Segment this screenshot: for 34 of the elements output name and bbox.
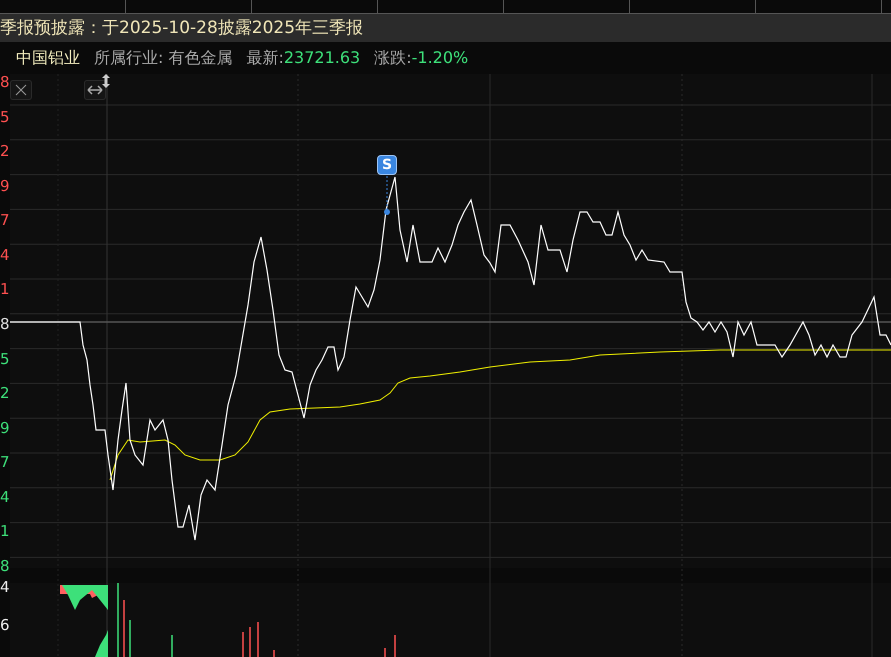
price-axis-label: 8 [0, 558, 10, 574]
latest-price: 23721.63 [284, 48, 360, 68]
price-axis-label: 7 [0, 212, 10, 228]
change-percent: -1.20% [412, 48, 468, 68]
sell-volume-area [95, 630, 108, 657]
price-axis-label: 2 [0, 143, 10, 160]
price-axis-label: 2 [0, 385, 10, 402]
volume-axis-label: 6 [0, 617, 10, 633]
vertical-resize-icon[interactable] [102, 74, 110, 88]
price-axis-label: 5 [0, 108, 10, 125]
change-label: 涨跌: [374, 48, 412, 68]
industry-value: 有色金属 [168, 48, 232, 68]
stock-name: 中国铝业 [16, 48, 80, 68]
resize-button[interactable] [84, 80, 106, 100]
disclosure-notice: 季报预披露：于2025-10-28披露2025年三季报 [0, 14, 891, 42]
price-axis-label: 7 [0, 454, 10, 470]
price-axis-label: 9 [0, 420, 10, 436]
latest-label: 最新: [246, 48, 284, 68]
price-axis-label: 1 [0, 281, 10, 298]
price-axis-label: 9 [0, 178, 10, 194]
price-axis-label: 8 [0, 74, 10, 90]
price-axis-label: 4 [0, 488, 10, 505]
close-icon [14, 83, 28, 97]
horizontal-arrow-icon [87, 85, 103, 95]
industry-label: 所属行业: [94, 48, 164, 68]
signal-marker[interactable]: S [377, 155, 397, 175]
marker-leader-line [384, 176, 390, 215]
sell-volume-area [62, 585, 108, 610]
price-axis-label: 5 [0, 350, 10, 366]
price-axis-label: 1 [0, 523, 10, 540]
price-axis-label: 8 [0, 316, 10, 332]
close-button[interactable] [10, 80, 32, 100]
price-axis-label: 4 [0, 246, 10, 263]
volume-axis-label: 4 [0, 579, 10, 595]
